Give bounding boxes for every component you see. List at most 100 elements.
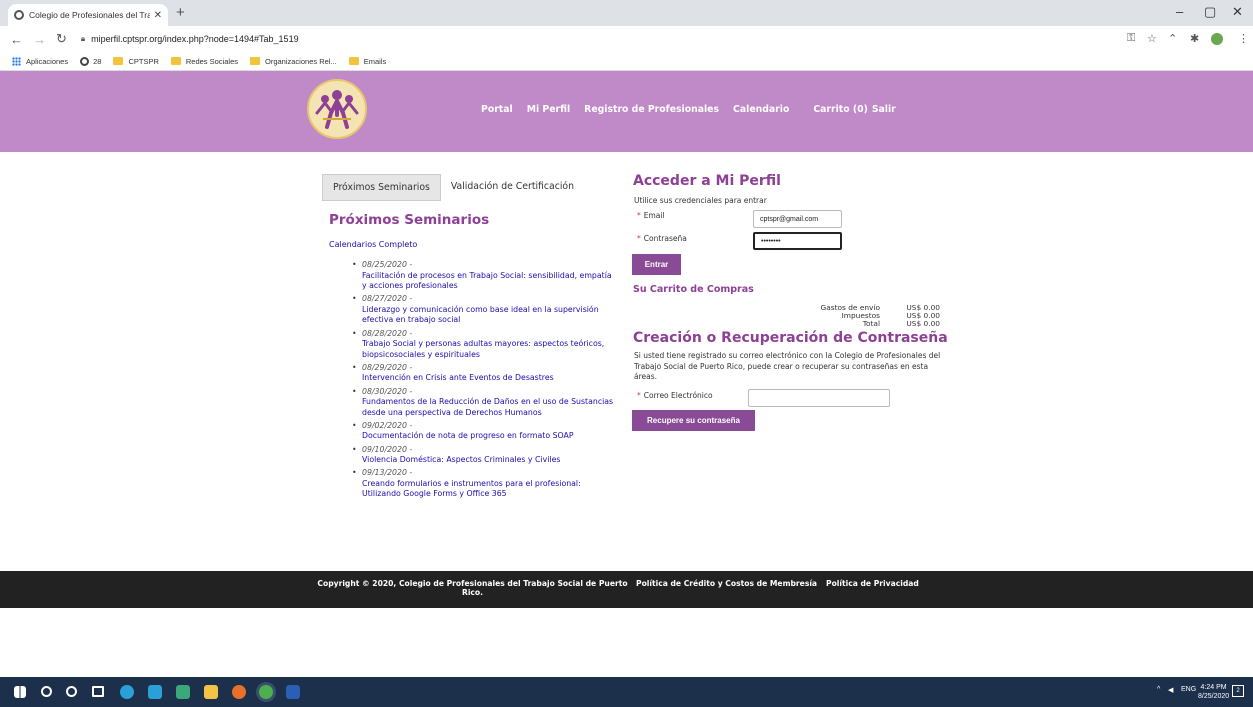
list-item: 08/28/2020 -Trabajo Social y personas ad… [352,329,617,361]
language-indicator[interactable]: ENG [1181,686,1196,693]
nav-calendario[interactable]: Calendario [733,104,789,115]
nav-carrito[interactable]: Carrito (0) [813,104,868,115]
cart-heading: Su Carrito de Compras [633,284,754,295]
recover-description: Si usted tiene registrado su correo elec… [634,351,941,381]
seminar-date: 08/30/2020 - [362,386,413,396]
people-logo-icon [315,90,359,129]
avatar[interactable] [1211,33,1223,45]
seminar-link[interactable]: Violencia Doméstica: Aspectos Criminales… [362,455,617,466]
privacy-policy-link[interactable]: Política de Privacidad [826,579,919,588]
tab-proximos-seminarios[interactable]: Próximos Seminarios [322,174,441,201]
firefox-icon[interactable] [232,685,246,699]
seminar-date: 08/28/2020 - [362,328,413,338]
extension-icon[interactable]: ⌃ [1168,32,1177,45]
logo[interactable] [307,79,367,139]
login-heading: Acceder a Mi Perfil [633,173,781,189]
seminar-list: 08/25/2020 - Facilitación de procesos en … [352,260,617,502]
star-icon[interactable]: ☆ [1147,32,1157,45]
task-view-icon[interactable] [92,686,104,697]
seminar-date: 09/02/2020 - [362,420,413,430]
clock[interactable]: 4:24 PM 8/25/2020 [1198,683,1229,701]
bookmark-organizaciones[interactable]: Organizaciones Rel... [250,57,337,66]
bookmark-redes-sociales[interactable]: Redes Sociales [170,57,238,66]
back-icon[interactable]: ← [10,32,23,47]
taskbar: ^ ◀︎ ENG 4:24 PM 8/25/2020 2 [0,677,1253,707]
close-tab-icon[interactable]: ✕ [154,10,162,21]
required-marker: * [637,211,641,220]
nav-salir[interactable]: Salir [872,104,896,115]
browser-tab[interactable]: Colegio de Profesionales del Trab ✕ [8,4,168,26]
site-footer: Copyright © 2020, Colegio de Profesional… [0,571,1253,608]
globe-icon [14,10,24,20]
folder-icon [113,57,124,65]
seminar-link[interactable]: Fundamentos de la Reducción de Daños en … [362,397,617,418]
list-item: 09/02/2020 -Documentación de nota de pro… [352,421,617,442]
bookmark-aplicaciones[interactable]: Aplicaciones [12,56,68,66]
nav-registro[interactable]: Registro de Profesionales [584,104,719,115]
reload-icon[interactable]: ↻ [56,31,67,47]
email-field[interactable]: cptspr@gmail.com [753,210,842,228]
bookmark-cptspr[interactable]: CPTSPR [113,57,159,66]
folder-icon [170,57,181,65]
login-button[interactable]: Entrar [632,254,681,275]
nav-mi-perfil[interactable]: Mi Perfil [527,104,570,115]
list-item: 08/25/2020 - Facilitación de procesos en … [352,260,617,292]
tray-chevron-icon[interactable]: ^ [1157,686,1160,693]
main-nav: Portal Mi Perfil Registro de Profesional… [481,104,896,115]
edge-icon[interactable] [120,685,134,699]
puzzle-icon[interactable]: ✱ [1190,32,1199,45]
login-subtitle: Utilice sus credenciales para entrar [634,196,767,205]
email-label: * Email [637,211,665,220]
forward-icon[interactable]: → [33,32,46,47]
cart-summary: Gastos de envío US$ 0.00 Impuestos US$ 0.0… [760,304,941,328]
url-text: miperfil.cptspr.org/index.php?node=1494#… [91,34,299,44]
seminar-link[interactable]: Trabajo Social y personas adultas mayore… [362,339,617,360]
nav-portal[interactable]: Portal [481,104,513,115]
tab-validacion-certificacion[interactable]: Validación de Certificación [441,174,584,201]
bookmark-emails[interactable]: Emails [348,57,386,66]
store-icon[interactable] [148,685,162,699]
folder-icon [250,57,260,65]
minimize-icon[interactable]: – [1176,4,1183,19]
recover-email-field[interactable] [748,389,890,407]
seminar-link[interactable]: Documentación de nota de progreso en for… [362,431,617,442]
close-window-icon[interactable]: ✕ [1232,4,1243,20]
site-header: Portal Mi Perfil Registro de Profesional… [0,71,1253,152]
content-tabs: Próximos Seminarios Validación de Certif… [322,174,584,201]
seminar-link[interactable]: Liderazgo y comunicación como base ideal… [362,305,617,326]
cortana-icon[interactable] [66,686,77,697]
required-marker: * [637,391,641,400]
word-icon[interactable] [286,685,300,699]
list-item: 08/27/2020 -Liderazgo y comunicación com… [352,294,617,326]
recover-heading: Creación o Recuperación de Contraseña [633,330,948,346]
bookmark-28[interactable]: 28 [80,56,101,66]
new-tab-button[interactable]: + [176,4,185,21]
password-label: * Contraseña [637,234,687,243]
app-icon[interactable] [176,685,190,699]
file-explorer-icon[interactable] [204,685,218,699]
recover-password-button[interactable]: Recupere su contraseña [632,410,755,431]
recover-email-label: * Correo Electrónico [637,391,713,400]
volume-icon[interactable]: ◀︎ [1168,686,1173,694]
calendar-link[interactable]: Calendarios Completo [329,240,417,249]
list-item: 09/13/2020 -Creando formularios e instru… [352,468,617,500]
list-item: 08/29/2020 -Intervención en Crisis ante … [352,363,617,384]
maximize-icon[interactable]: ▢ [1204,4,1216,20]
password-field[interactable]: •••••••• [753,232,842,250]
seminar-date: 09/10/2020 - [362,444,413,454]
notification-icon[interactable]: 2 [1232,685,1244,697]
seminar-link[interactable]: Facilitación de procesos en Trabajo Soci… [362,271,617,292]
search-icon[interactable] [41,686,52,697]
seminar-link[interactable]: Intervención en Crisis ante Eventos de D… [362,373,617,384]
tab-title: Colegio de Profesionales del Trab [29,10,150,20]
credit-policy-link[interactable]: Política de Crédito y Costos de Membresí… [636,579,817,588]
chrome-icon[interactable] [259,685,273,699]
folder-icon [348,57,359,65]
browser-tabbar: Colegio de Profesionales del Trab ✕ + – … [0,0,1253,26]
windows-start-icon[interactable] [14,686,26,698]
menu-icon[interactable]: ⋮ [1238,32,1249,45]
seminar-link[interactable]: Creando formularios e instrumentos para … [362,479,617,500]
key-icon[interactable]: ⚿ [1127,32,1135,45]
url-field[interactable]: 🔒︎ miperfil.cptspr.org/index.php?node=14… [81,34,299,44]
seminar-date: 08/27/2020 - [362,294,413,304]
